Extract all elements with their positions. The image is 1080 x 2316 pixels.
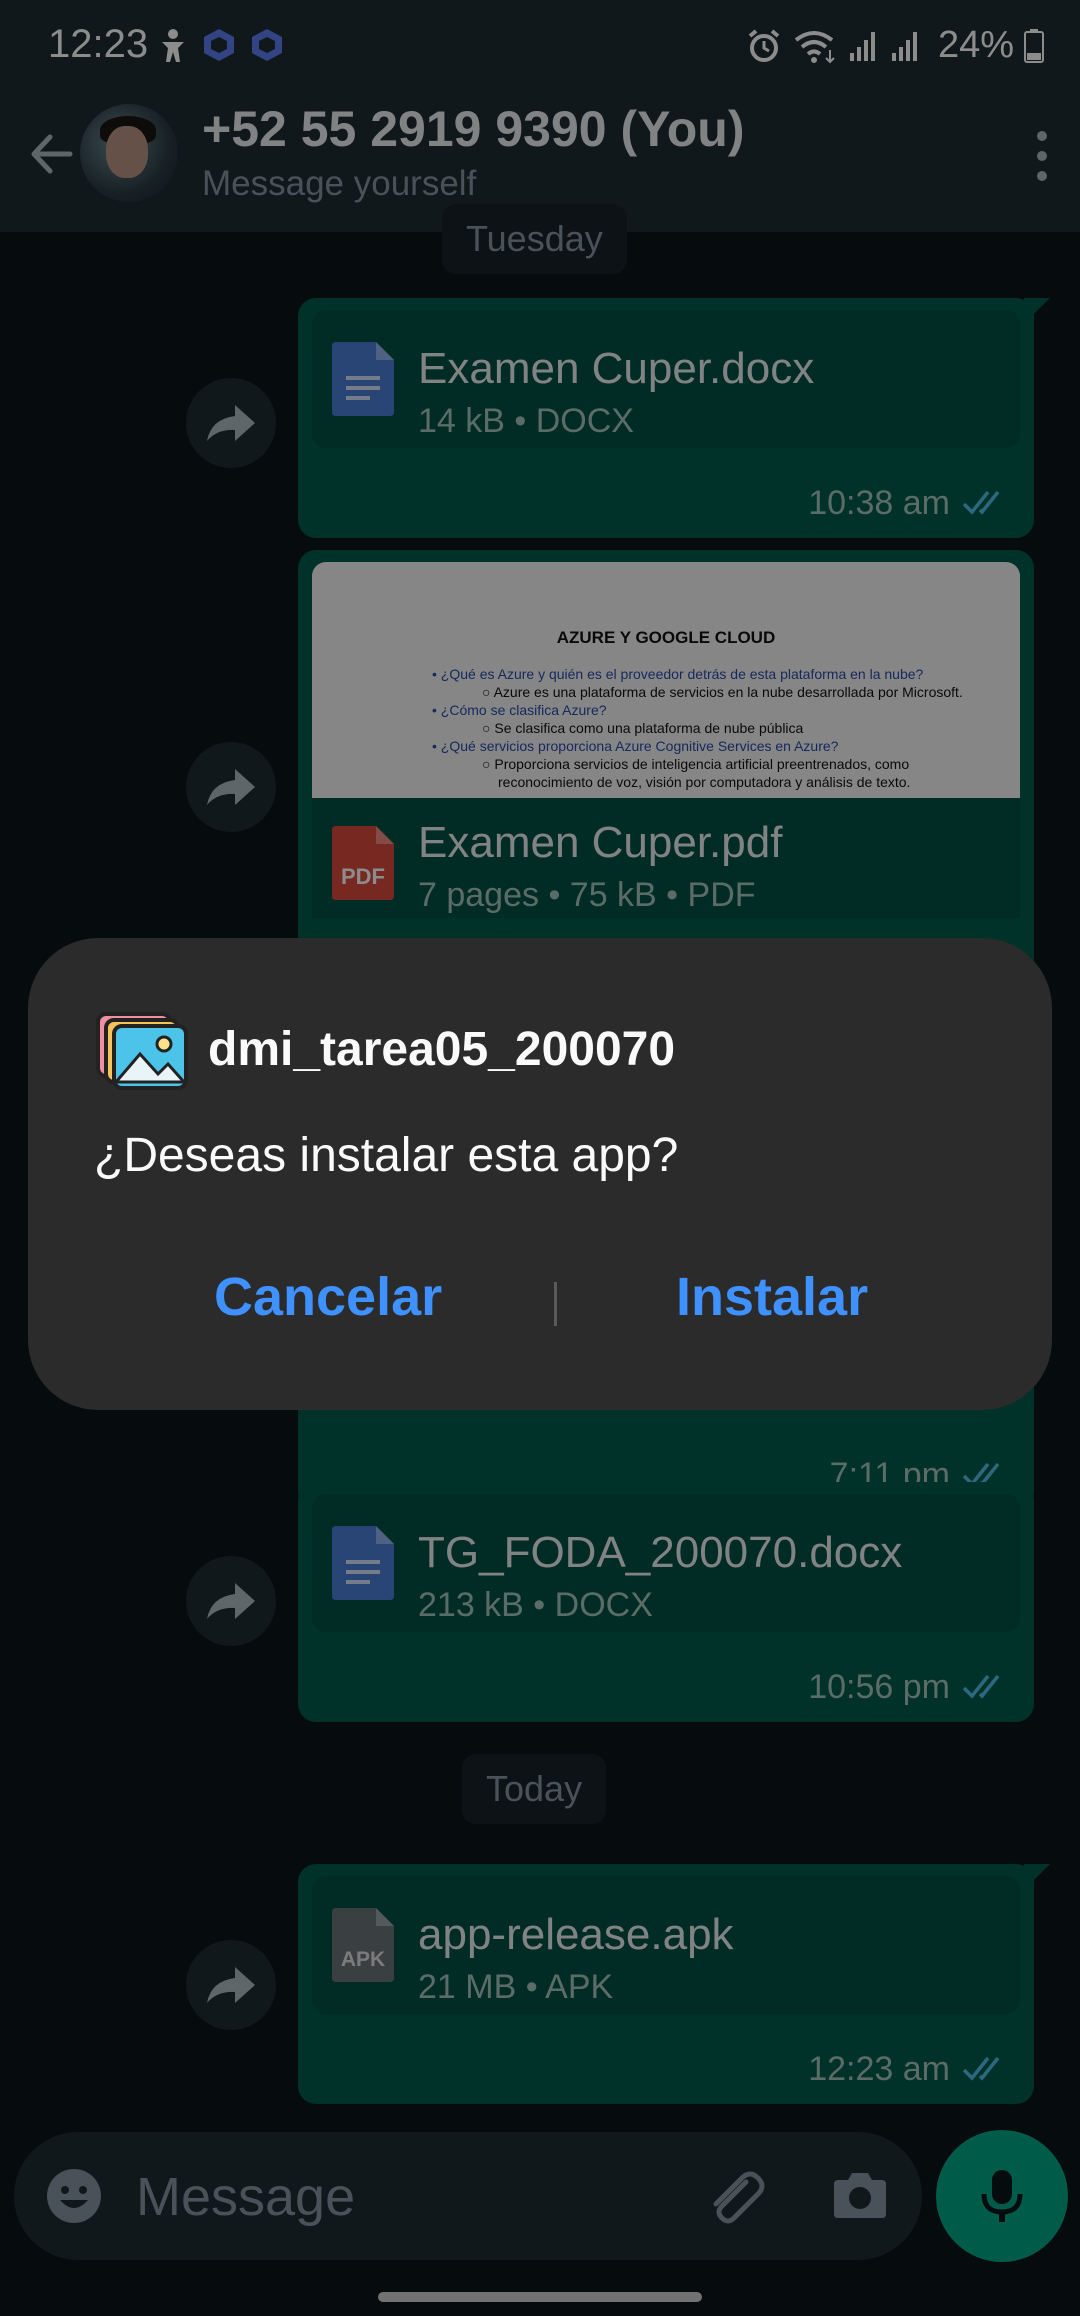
app-name: dmi_tarea05_200070 bbox=[208, 1023, 676, 1076]
cancel-button[interactable]: Cancelar bbox=[214, 1266, 442, 1328]
button-divider bbox=[554, 1282, 557, 1326]
install-question: ¿Deseas instalar esta app? bbox=[94, 1129, 679, 1182]
install-button[interactable]: Instalar bbox=[676, 1266, 868, 1328]
gallery-app-icon bbox=[96, 1012, 188, 1090]
install-dialog: dmi_tarea05_200070 ¿Deseas instalar esta… bbox=[28, 938, 1052, 1410]
